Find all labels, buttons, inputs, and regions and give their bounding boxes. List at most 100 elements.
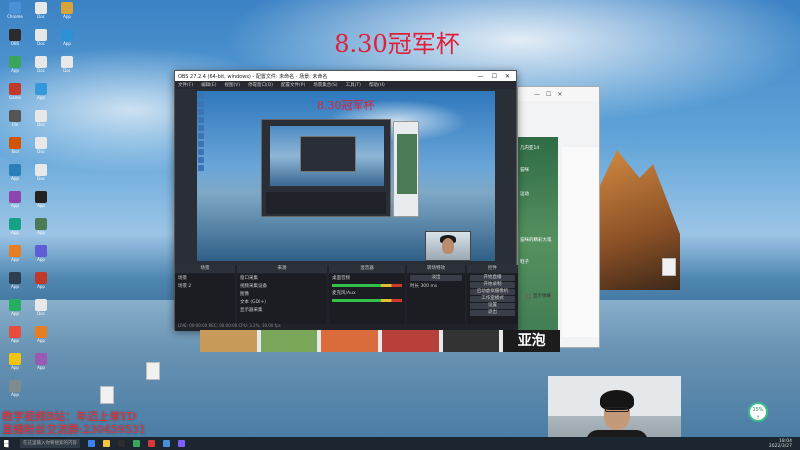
desktop-icon[interactable]: App <box>28 218 54 243</box>
chat-row[interactable]: 运动 <box>520 191 558 197</box>
tool-icon[interactable] <box>198 109 204 115</box>
desktop-file-icon[interactable] <box>100 386 114 404</box>
desktop-icon[interactable]: App <box>2 218 28 243</box>
menu-tools[interactable]: 工具(T) <box>346 82 361 88</box>
chat-row[interactable]: 鞋子 <box>520 259 558 265</box>
source-item[interactable]: 文本 (GDI+) <box>237 298 327 306</box>
desktop-icon[interactable]: App <box>2 245 28 270</box>
desktop-icon[interactable]: App <box>28 353 54 378</box>
taskbar-clock[interactable]: 18:04 2022/3/27 <box>769 439 800 449</box>
menu-profile[interactable]: 配置文件(P) <box>281 82 305 88</box>
obs-titlebar[interactable]: OBS 27.2.4 (64-bit, windows) - 配置文件: 未命名… <box>175 71 516 81</box>
chat-row[interactable]: 猫咪的精彩大笔 <box>520 237 558 243</box>
desktop-icon[interactable]: App <box>54 2 80 27</box>
desktop-icon[interactable]: Game <box>2 83 28 108</box>
maximize-icon[interactable]: ☐ <box>546 91 551 98</box>
start-recording-button[interactable]: 开始录制 <box>470 282 515 288</box>
tool-icon[interactable] <box>198 133 204 139</box>
tool-icon[interactable] <box>198 165 204 171</box>
desktop-icon[interactable]: Doc <box>28 110 54 135</box>
transition-select[interactable]: 淡出 <box>410 275 462 281</box>
desktop-icon[interactable]: App <box>28 245 54 270</box>
desktop-icon[interactable]: Doc <box>28 164 54 189</box>
danmu-toggle[interactable]: 显示弹幕 <box>526 293 551 299</box>
desktop-icon[interactable]: Doc <box>28 299 54 324</box>
taskbar-app-icon[interactable] <box>88 440 95 447</box>
desktop-icon[interactable]: App <box>28 191 54 216</box>
studio-mode-button[interactable]: 工作室模式 <box>470 296 515 302</box>
desktop-icon[interactable]: App <box>2 191 28 216</box>
tool-icon[interactable] <box>198 141 204 147</box>
thumbnail[interactable] <box>200 330 257 352</box>
scene-item[interactable]: 场景 2 <box>175 282 235 290</box>
chat-window[interactable]: — ☐ ✕ 几内亚14 猫咪 运动 猫咪的精彩大笔 鞋子 显示弹幕 <box>517 86 600 348</box>
desktop-icon[interactable]: Doc <box>28 137 54 162</box>
thumbnail[interactable] <box>321 330 379 352</box>
virtual-camera-button[interactable]: 启动虚拟摄像机 <box>470 289 515 295</box>
chat-row[interactable]: 几内亚14 <box>520 145 558 151</box>
menu-help[interactable]: 帮助(H) <box>369 82 385 88</box>
minimize-icon[interactable]: — <box>534 91 540 98</box>
close-icon[interactable]: ✕ <box>505 73 510 80</box>
desktop-icon[interactable]: App <box>2 380 28 405</box>
maximize-icon[interactable]: ☐ <box>492 73 497 80</box>
desktop-file-icon[interactable] <box>662 258 676 276</box>
desktop-file-icon[interactable] <box>146 362 160 380</box>
source-item[interactable]: 窗口采集 <box>237 274 327 282</box>
desktop-icon[interactable]: Doc <box>28 56 54 81</box>
windows-start-icon[interactable] <box>4 439 9 448</box>
checkbox-icon[interactable] <box>526 293 531 299</box>
menu-docks[interactable]: 停靠窗口(D) <box>248 82 273 88</box>
scene-item[interactable]: 场景 <box>175 274 235 282</box>
menu-view[interactable]: 视图(V) <box>224 82 240 88</box>
obs-icon[interactable] <box>118 440 125 447</box>
desktop-icon[interactable]: App <box>2 326 28 351</box>
taskbar-app-icon[interactable] <box>178 440 185 447</box>
desktop-icon[interactable]: Doc <box>28 2 54 27</box>
folder-icon[interactable] <box>103 440 110 447</box>
desktop-icon[interactable]: App <box>28 83 54 108</box>
tool-icon[interactable] <box>198 157 204 163</box>
minimize-icon[interactable]: — <box>478 73 484 80</box>
taskbar-search[interactable]: 在这里输入你要搜索的内容 <box>20 439 80 448</box>
source-item[interactable]: 显示器采集 <box>237 306 327 314</box>
tool-icon[interactable] <box>198 101 204 107</box>
start-streaming-button[interactable]: 开始直播 <box>470 275 515 281</box>
desktop-icon[interactable]: App <box>2 56 28 81</box>
desktop-icon[interactable]: Doc <box>54 56 80 81</box>
obs-preview[interactable]: 8.30冠军杯 <box>197 91 495 261</box>
thumbnail-yapao[interactable]: 亚泡 <box>503 330 561 352</box>
menu-scene-collection[interactable]: 场景集合(S) <box>313 82 337 88</box>
tool-icon[interactable] <box>198 93 204 99</box>
tool-icon[interactable] <box>198 125 204 131</box>
thumbnail[interactable] <box>442 330 500 352</box>
desktop-icon[interactable]: File <box>2 110 28 135</box>
desktop-icon[interactable]: App <box>28 272 54 297</box>
taskbar-app-icon[interactable] <box>148 440 155 447</box>
thumbnail[interactable] <box>260 330 318 352</box>
desktop-icon[interactable]: App <box>28 326 54 351</box>
source-item[interactable]: 图像 <box>237 290 327 298</box>
desktop-icon[interactable]: App <box>2 353 28 378</box>
desktop-icon[interactable]: App <box>54 29 80 54</box>
mixer-meter[interactable] <box>332 299 402 302</box>
obs-window[interactable]: OBS 27.2.4 (64-bit, windows) - 配置文件: 未命名… <box>174 70 518 331</box>
taskbar-app-icon[interactable] <box>133 440 140 447</box>
progress-badge[interactable]: 15% ↑ <box>748 402 768 422</box>
desktop-icon[interactable]: App <box>2 272 28 297</box>
menu-edit[interactable]: 编辑(E) <box>201 82 216 88</box>
desktop-icon[interactable]: App <box>2 164 28 189</box>
menu-file[interactable]: 文件(F) <box>178 82 193 88</box>
settings-button[interactable]: 设置 <box>470 303 515 309</box>
duration-value[interactable]: 300 ms <box>420 284 437 289</box>
tool-icon[interactable] <box>198 149 204 155</box>
mixer-meter[interactable] <box>332 284 402 287</box>
desktop-icon[interactable]: OBS <box>2 29 28 54</box>
desktop-icon[interactable]: App <box>2 299 28 324</box>
chrome-icon[interactable] <box>163 440 170 447</box>
desktop-icon[interactable]: Chrome <box>2 2 28 27</box>
source-item[interactable]: 视频采集设备 <box>237 282 327 290</box>
close-icon[interactable]: ✕ <box>557 91 562 98</box>
tool-icon[interactable] <box>198 117 204 123</box>
thumbnail[interactable] <box>382 330 439 352</box>
